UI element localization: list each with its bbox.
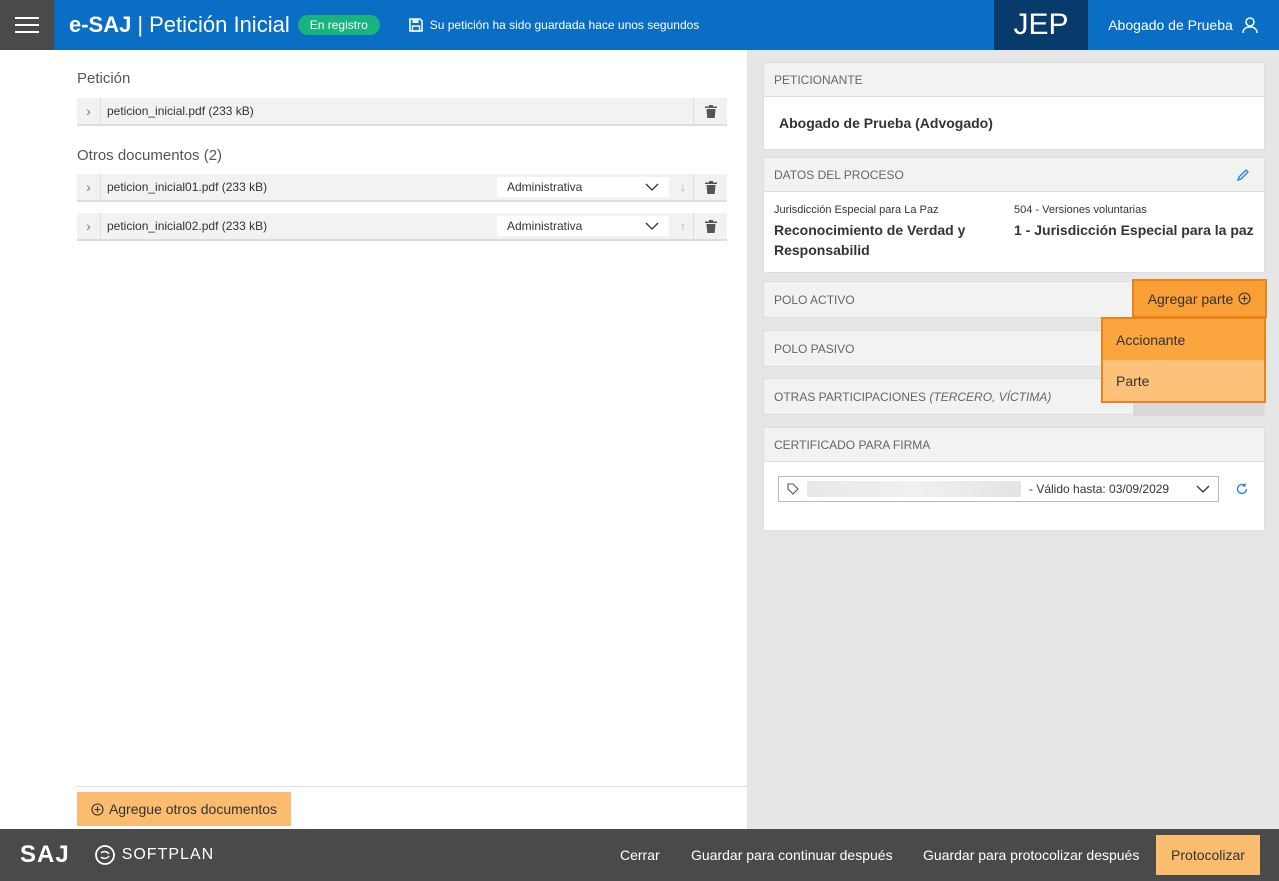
refresh-icon[interactable] xyxy=(1235,482,1249,496)
move-up-icon[interactable]: ↑ xyxy=(673,213,693,239)
chevron-right-icon[interactable]: › xyxy=(77,174,101,200)
saved-status: Su petición ha sido guardada hace unos s… xyxy=(408,17,700,33)
document-type-select[interactable]: Administrativa xyxy=(497,177,669,197)
file-name: peticion_inicial01.pdf (233 kB) xyxy=(107,180,268,194)
pencil-icon[interactable] xyxy=(1236,168,1250,182)
delete-button[interactable] xyxy=(693,174,727,200)
trash-icon xyxy=(704,104,717,118)
user-name: Abogado de Prueba xyxy=(1108,17,1233,33)
chevron-down-icon xyxy=(645,183,659,191)
court-label: JEP xyxy=(994,0,1088,50)
save-icon xyxy=(408,18,423,32)
agregar-parte-dropdown: Accionante Parte xyxy=(1101,317,1266,403)
softplan-logo-text: SOFTPLAN xyxy=(121,846,215,863)
saved-message: Su petición ha sido guardada hace unos s… xyxy=(429,18,700,32)
page-title: Petición Inicial xyxy=(149,12,290,37)
panel-title: DATOS DEL PROCESO xyxy=(774,167,904,182)
clase-label: 504 - Versiones voluntarias xyxy=(1014,204,1147,216)
softplan-logo-icon xyxy=(94,845,115,865)
certificate-name-redacted xyxy=(807,481,1021,497)
document-type-select[interactable]: Administrativa xyxy=(497,216,669,236)
panel-header: DATOS DEL PROCESO xyxy=(764,158,1264,192)
delete-button[interactable] xyxy=(693,98,727,124)
details-area: PETICIONANTE Abogado de Prueba (Advogado… xyxy=(747,50,1279,829)
jurisdiccion-label: Jurisdicción Especial para La Paz xyxy=(774,204,939,216)
panel-header: PETICIONANTE xyxy=(764,63,1264,97)
footer: SAJ SOFTPLAN Cerrar Guardar para continu… xyxy=(0,829,1279,881)
menu-item-parte[interactable]: Parte xyxy=(1103,360,1264,401)
chevron-down-icon xyxy=(1196,485,1210,493)
proceso-col-2: 504 - Versiones voluntarias 1 - Jurisdic… xyxy=(1014,204,1254,260)
certificado-body: - Válido hasta: 03/09/2029 xyxy=(764,462,1264,530)
app-name: e-SAJ xyxy=(69,12,132,37)
datos-proceso-panel: DATOS DEL PROCESO Jurisdicción Especial … xyxy=(763,157,1265,273)
title-separator: | xyxy=(137,12,144,37)
trash-icon xyxy=(704,219,717,233)
otras-title: OTRAS PARTICIPACIONES xyxy=(774,389,927,404)
peticionante-panel: PETICIONANTE Abogado de Prueba (Advogado… xyxy=(763,62,1265,150)
plus-circle-icon xyxy=(91,802,104,816)
status-badge: En registro xyxy=(297,15,380,35)
select-value: Administrativa xyxy=(507,180,583,194)
menu-item-accionante[interactable]: Accionante xyxy=(1103,319,1264,360)
trash-icon xyxy=(704,180,717,194)
saj-logo: SAJ xyxy=(20,841,70,868)
peticionante-value: Abogado de Prueba (Advogado) xyxy=(779,115,993,131)
chevron-right-icon[interactable]: › xyxy=(77,213,101,239)
guardar-continuar-button[interactable]: Guardar para continuar después xyxy=(691,829,893,881)
softplan-logo: SOFTPLAN xyxy=(94,844,214,866)
select-value: Administrativa xyxy=(507,219,583,233)
otras-subtitle: (TERCERO, VÍCTIMA) xyxy=(929,389,1052,404)
documents-area: Petición › peticion_inicial.pdf (233 kB)… xyxy=(0,50,747,829)
add-documents-label: Agregue otros documentos xyxy=(108,801,278,817)
plus-circle-icon xyxy=(1238,292,1251,305)
chevron-down-icon xyxy=(645,222,659,230)
list-item: › peticion_inicial01.pdf (233 kB) Admini… xyxy=(77,174,727,202)
delete-button[interactable] xyxy=(693,213,727,239)
peticion-title: Petición xyxy=(77,70,131,87)
foro-value: 1 - Jurisdicción Especial para la paz xyxy=(1014,222,1254,238)
file-name: peticion_inicial.pdf (233 kB) xyxy=(107,104,254,118)
divider xyxy=(77,786,747,787)
protocolizar-button[interactable]: Protocolizar xyxy=(1156,835,1260,875)
hamburger-menu-icon[interactable] xyxy=(0,0,54,50)
proceso-body: Jurisdicción Especial para La Paz Recono… xyxy=(764,192,1264,272)
agregar-parte-label: Agregar parte xyxy=(1147,290,1234,307)
move-down-icon[interactable]: ↓ xyxy=(673,174,693,200)
chevron-right-icon[interactable]: › xyxy=(77,98,101,124)
user-icon xyxy=(1242,17,1258,34)
certificate-validity: - Válido hasta: 03/09/2029 xyxy=(1029,482,1170,496)
list-item: › peticion_inicial02.pdf (233 kB) Admini… xyxy=(77,213,727,241)
proceso-col-1: Jurisdicción Especial para La Paz Recono… xyxy=(774,204,1014,260)
competencia-value: Reconocimiento de Verdad y Responsabilid xyxy=(774,222,966,258)
peticion-file-row: › peticion_inicial.pdf (233 kB) xyxy=(77,98,727,126)
file-name: peticion_inicial02.pdf (233 kB) xyxy=(107,219,268,233)
certificado-panel: CERTIFICADO PARA FIRMA - Válido hasta: 0… xyxy=(763,427,1265,531)
add-documents-button[interactable]: Agregue otros documentos xyxy=(77,792,291,826)
otros-documentos-title: Otros documentos (2) xyxy=(77,147,223,164)
user-menu[interactable]: Abogado de Prueba xyxy=(1088,0,1279,50)
tag-icon xyxy=(787,483,799,495)
certificate-select[interactable]: - Válido hasta: 03/09/2029 xyxy=(778,476,1219,502)
guardar-protocolizar-button[interactable]: Guardar para protocolizar después xyxy=(923,829,1139,881)
agregar-parte-button[interactable]: Agregar parte xyxy=(1132,279,1267,318)
cerrar-button[interactable]: Cerrar xyxy=(620,829,660,881)
panel-header: CERTIFICADO PARA FIRMA xyxy=(764,428,1264,462)
brand: e-SAJ | Petición Inicial xyxy=(69,12,290,38)
